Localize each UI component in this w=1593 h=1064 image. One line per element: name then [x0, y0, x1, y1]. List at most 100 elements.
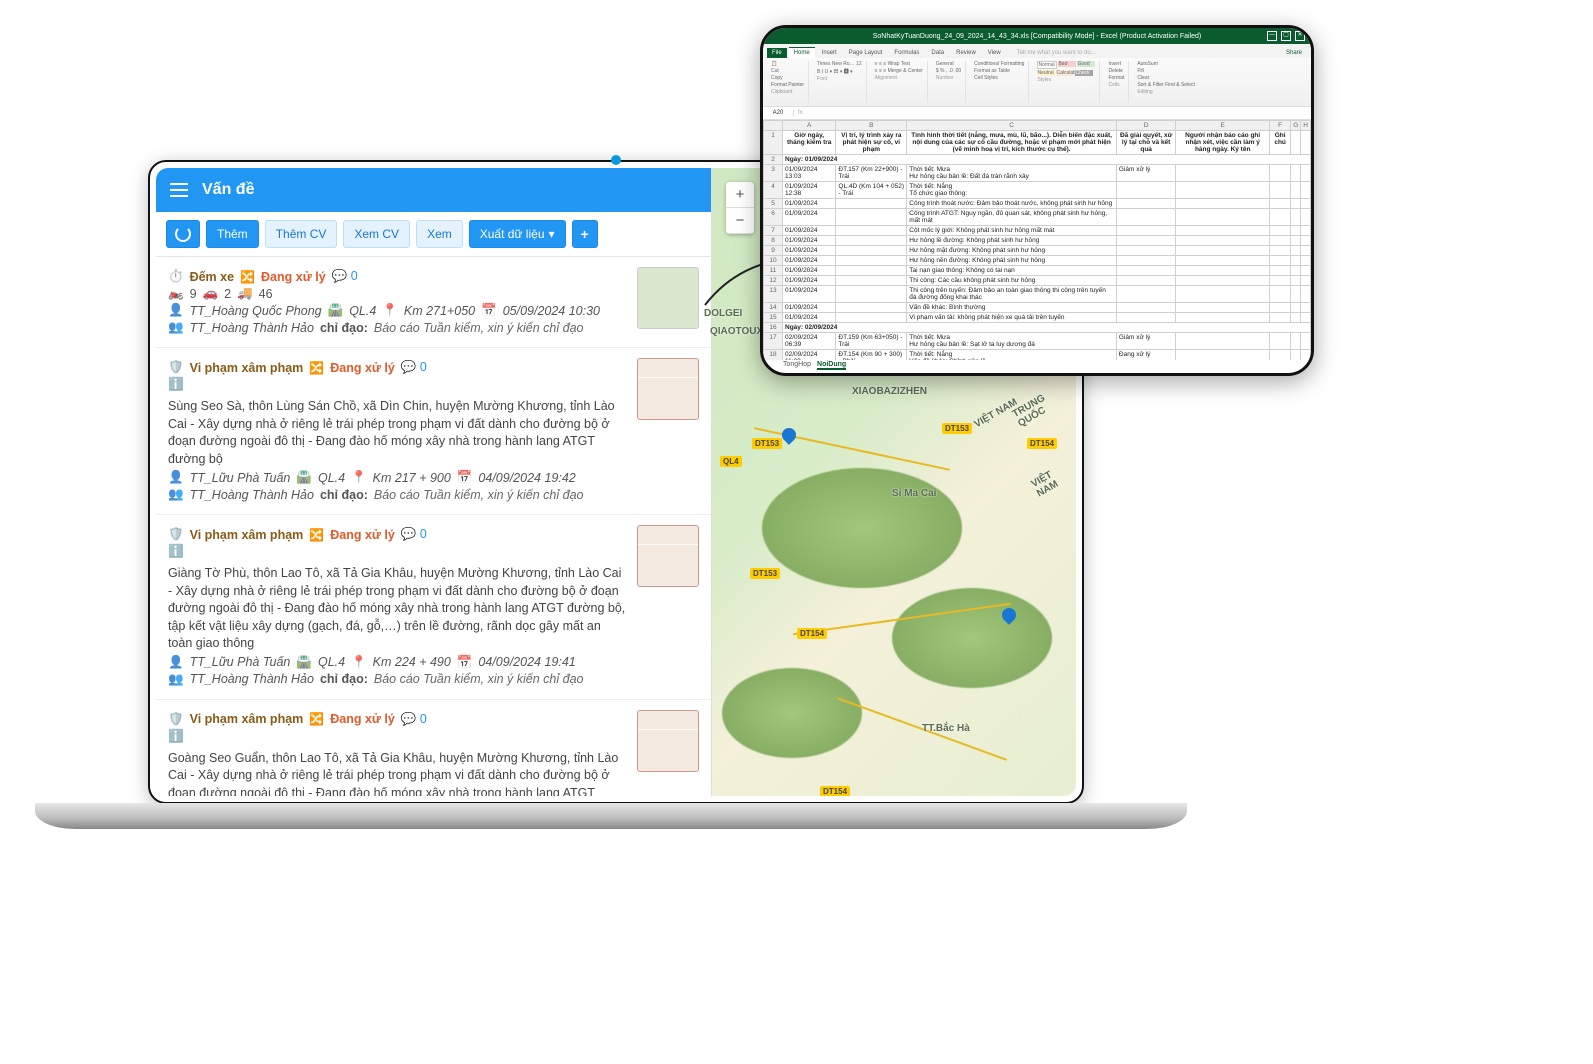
formula-bar[interactable]: A20 fx	[763, 107, 1311, 120]
issue-item[interactable]: 🛡️ Vi phạm xâm phạm Đang xử lý 0 ℹ️Sùng …	[156, 348, 711, 515]
issue-kind[interactable]: Vi phạm xâm phạm	[190, 712, 304, 726]
refresh-icon	[175, 226, 191, 242]
ribbon-tab-data[interactable]: Data	[926, 48, 949, 58]
zoom-in-button[interactable]: +	[726, 182, 754, 208]
issue-kind[interactable]: Đếm xe	[190, 270, 234, 284]
view-cv-button[interactable]: Xem CV	[343, 220, 410, 248]
calendar-icon: 📅	[457, 655, 473, 670]
road-icon: 🛣️	[328, 303, 344, 318]
issue-item[interactable]: 🛡️ Vi phạm xâm phạm Đang xử lý 0 ℹ️Goàng…	[156, 700, 711, 797]
issue-thumbnail[interactable]	[637, 267, 699, 329]
sheet-tab[interactable]: NoiDung	[817, 361, 846, 370]
road-shield: QL4	[720, 456, 742, 467]
shield-icon: 🛡️	[168, 712, 184, 727]
paste-icon[interactable]: 📋	[771, 61, 804, 67]
car-icon: 🚗	[203, 286, 219, 301]
map-label: TT.Bắc Hà	[922, 723, 970, 734]
comment-count[interactable]: 0	[401, 360, 427, 375]
issue-thumbnail[interactable]	[637, 358, 699, 420]
road-icon: 🛣️	[296, 655, 312, 670]
toolbar: Thêm Thêm CV Xem CV Xem Xuất dữ liệu	[156, 212, 711, 257]
comment-count[interactable]: 0	[401, 712, 427, 727]
users-icon: 👥	[168, 672, 184, 687]
road-shield: DT154	[1027, 438, 1057, 449]
excel-ribbon-tabs: File Home Insert Page Layout Formulas Da…	[763, 44, 1311, 58]
ribbon-cells: Insert Delete Format Cells	[1104, 61, 1129, 103]
map-label: VIỆT NAM	[1029, 458, 1076, 499]
truck-icon: 🚚	[237, 286, 253, 301]
issue-item[interactable]: ⏱️ Đếm xe Đang xử lý 0 🏍️9 🚗2 🚚46	[156, 257, 711, 348]
laptop-base	[35, 803, 1187, 829]
issue-kind[interactable]: Vi phạm xâm phạm	[190, 528, 304, 542]
export-button[interactable]: Xuất dữ liệu	[469, 220, 566, 248]
shield-icon: 🛡️	[168, 527, 184, 542]
issues-list[interactable]: ⏱️ Đếm xe Đang xử lý 0 🏍️9 🚗2 🚚46	[156, 257, 711, 796]
info-icon: ℹ️	[168, 544, 184, 559]
menu-icon[interactable]	[170, 189, 188, 191]
add-target-button[interactable]	[572, 220, 598, 248]
issue-thumbnail[interactable]	[637, 710, 699, 772]
comment-count[interactable]: 0	[401, 527, 427, 542]
road-shield: DT153	[752, 438, 782, 449]
issue-kind[interactable]: Vi phạm xâm phạm	[190, 361, 304, 375]
share-button[interactable]: Share	[1281, 48, 1307, 58]
motorbike-icon: 🏍️	[168, 286, 184, 301]
ribbon-number: General $ % , .0 .00 Number	[932, 61, 966, 103]
shuffle-icon	[309, 528, 324, 542]
app-header: Vấn đề	[156, 168, 711, 212]
road-shield: DT154	[797, 628, 827, 639]
ribbon-styles: NormalBadGood NeutralCalculationCheck Ce…	[1033, 61, 1100, 103]
refresh-button[interactable]	[166, 220, 200, 248]
view-button[interactable]: Xem	[416, 220, 463, 248]
name-box[interactable]: A20	[763, 110, 794, 116]
shuffle-icon	[309, 361, 324, 375]
excel-window: SoNhatKyTuanDuong_24_09_2024_14_43_34.xl…	[760, 25, 1314, 376]
issue-status: Đang xử lý	[330, 528, 395, 542]
ribbon-tab-insert[interactable]: Insert	[817, 48, 842, 58]
add-button[interactable]: Thêm	[206, 220, 259, 248]
user-icon: 👤	[168, 303, 184, 318]
marker-icon: 📍	[351, 470, 367, 485]
road-icon: 🛣️	[296, 470, 312, 485]
info-icon: ℹ️	[168, 729, 184, 744]
sheet-tabs: TongHop NoiDung	[783, 361, 846, 370]
ribbon-clipboard: 📋 Cut Copy Format Painter Clipboard	[767, 61, 809, 103]
tachometer-icon: ⏱️	[168, 269, 184, 284]
ribbon-condfmt: Conditional Formatting Format as Table C…	[970, 61, 1029, 103]
map-label: XIAOBAZIZHEN	[852, 386, 927, 397]
marker-icon: 📍	[382, 303, 398, 318]
calendar-icon: 📅	[457, 470, 473, 485]
sheet-tab[interactable]: TongHop	[783, 361, 811, 370]
excel-titlebar[interactable]: SoNhatKyTuanDuong_24_09_2024_14_43_34.xl…	[763, 28, 1311, 44]
ribbon-tab-pagelayout[interactable]: Page Layout	[844, 48, 888, 58]
issue-status: Đang xử lý	[330, 361, 395, 375]
excel-title: SoNhatKyTuanDuong_24_09_2024_14_43_34.xl…	[873, 33, 1202, 40]
map-label: Si Ma Cai	[892, 488, 936, 499]
tell-me[interactable]: Tell me what you want to do...	[1012, 48, 1101, 58]
ribbon-tab-home[interactable]: Home	[789, 47, 815, 58]
calendar-icon: 📅	[481, 303, 497, 318]
map-label: TRUNG QUỐC	[1011, 378, 1076, 429]
ribbon-alignment: ≡ ≡ ≡ Wrap Text ≡ ≡ ≡ Merge & Center Ali…	[871, 61, 928, 103]
minimize-icon[interactable]: —	[1267, 31, 1277, 41]
page-title: Vấn đề	[202, 181, 254, 199]
excel-grid[interactable]: ABCDEFGH1Giờ ngày, tháng kiểm traVị trí,…	[763, 120, 1311, 360]
issue-thumbnail[interactable]	[637, 525, 699, 587]
add-cv-button[interactable]: Thêm CV	[265, 220, 338, 248]
ribbon-tab-formulas[interactable]: Formulas	[889, 48, 924, 58]
issue-item[interactable]: 🛡️ Vi phạm xâm phạm Đang xử lý 0 ℹ️Giàng…	[156, 515, 711, 700]
map-pin[interactable]	[779, 425, 799, 445]
close-icon[interactable]: ✕	[1295, 31, 1305, 41]
ribbon-tab-view[interactable]: View	[983, 48, 1006, 58]
marker-icon: 📍	[351, 655, 367, 670]
excel-ribbon: 📋 Cut Copy Format Painter Clipboard Time…	[763, 58, 1311, 107]
shield-icon: 🛡️	[168, 360, 184, 375]
users-icon: 👥	[168, 320, 184, 335]
maximize-icon[interactable]: ▢	[1281, 31, 1291, 41]
ribbon-tab-review[interactable]: Review	[951, 48, 981, 58]
zoom-out-button[interactable]: −	[726, 208, 754, 234]
comment-count[interactable]: 0	[332, 269, 358, 284]
user-icon: 👤	[168, 655, 184, 670]
ribbon-tab-file[interactable]: File	[767, 48, 787, 58]
users-icon: 👥	[168, 487, 184, 502]
